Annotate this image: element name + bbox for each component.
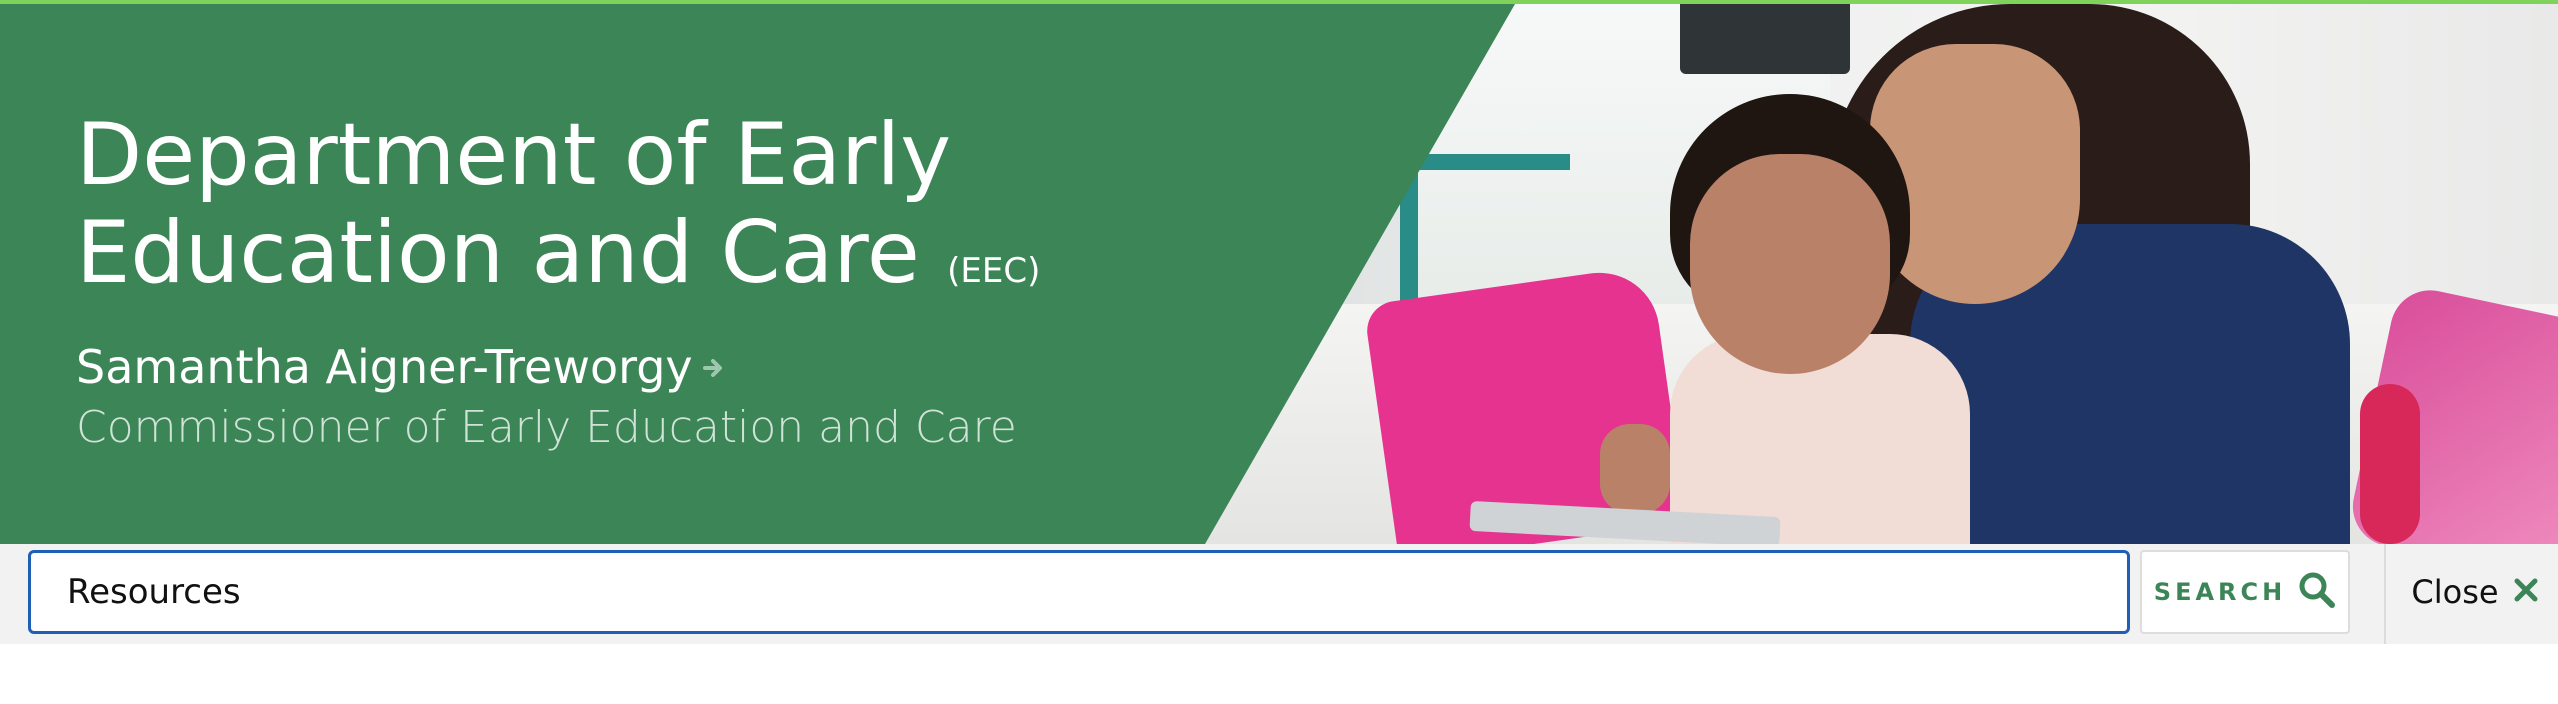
close-icon <box>2513 577 2539 607</box>
close-button-label: Close <box>2411 573 2499 611</box>
title-line-2: Education and Care <box>76 203 920 303</box>
button-divider <box>2384 544 2386 644</box>
search-input[interactable] <box>28 550 2130 634</box>
commissioner-link[interactable]: Samantha Aigner-Treworgy <box>76 339 725 399</box>
commissioner-role: Commissioner of Early Education and Care <box>76 402 1017 453</box>
title-abbreviation: (EEC) <box>947 251 1041 291</box>
search-icon <box>2298 571 2336 613</box>
search-button-label: SEARCH <box>2153 578 2287 606</box>
search-button[interactable]: SEARCH <box>2140 550 2350 634</box>
title-line-1: Department of Early <box>76 105 952 205</box>
page-title: Department of Early Education and Care (… <box>76 106 1076 302</box>
commissioner-name: Samantha Aigner-Treworgy <box>76 340 693 394</box>
arrow-right-icon <box>702 343 725 399</box>
close-button[interactable]: Close <box>2400 550 2550 634</box>
search-bar: SEARCH Close <box>0 544 2558 644</box>
hero-banner: Department of Early Education and Care (… <box>0 4 2558 544</box>
